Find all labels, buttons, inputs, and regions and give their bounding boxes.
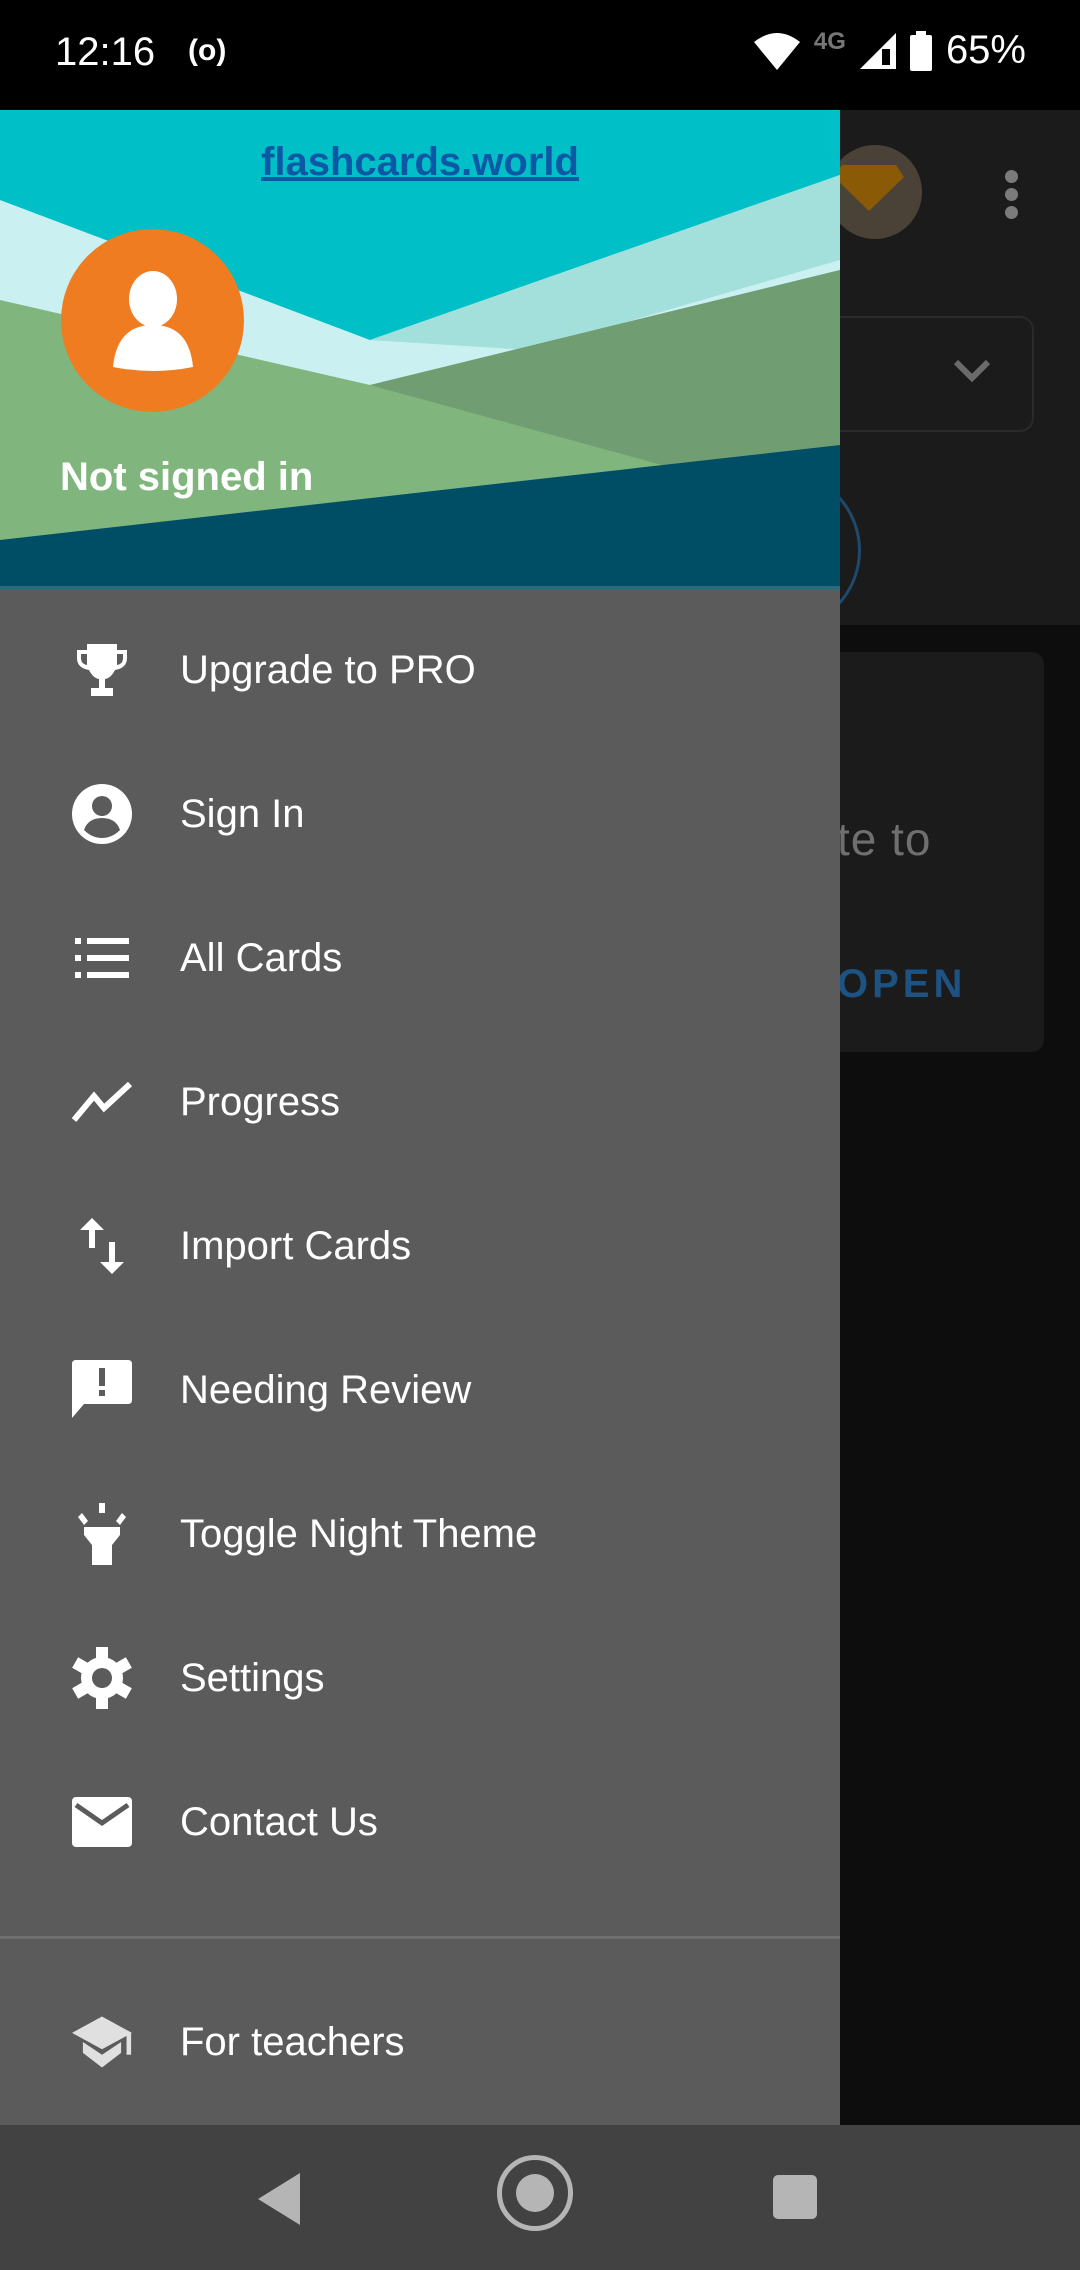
trending-up-icon (72, 1072, 132, 1132)
menu-item-progress[interactable]: Progress (0, 1030, 840, 1174)
drawer-header: flashcards.world Not signed in (0, 110, 840, 590)
back-icon[interactable] (258, 2173, 302, 2225)
site-link[interactable]: flashcards.world (0, 140, 840, 185)
gear-icon (72, 1647, 132, 1709)
card-open-button: OPEN (837, 962, 967, 1006)
person-icon (113, 271, 193, 371)
menu-label: Sign In (180, 791, 305, 836)
menu-label: Import Cards (180, 1223, 412, 1268)
menu-label: Toggle Night Theme (180, 1511, 538, 1556)
menu-label: Settings (180, 1655, 325, 1700)
gem-button (828, 145, 922, 239)
hotspot-icon: (o) (188, 34, 227, 67)
clock: 12:16 (55, 30, 156, 74)
menu-item-import[interactable]: Import Cards (0, 1174, 840, 1318)
menu-label: Upgrade to PRO (180, 647, 476, 692)
menu-label: All Cards (180, 935, 343, 980)
menu-label: Progress (180, 1079, 341, 1124)
list-icon (72, 928, 132, 988)
gem-icon (834, 165, 904, 211)
menu-label: Needing Review (180, 1367, 472, 1412)
menu-item-night-theme[interactable]: Toggle Night Theme (0, 1462, 840, 1606)
menu-item-all-cards[interactable]: All Cards (0, 886, 840, 1030)
battery-percent: 65% (945, 28, 1026, 72)
avatar[interactable] (61, 229, 244, 412)
battery-icon (909, 30, 932, 71)
school-icon (72, 2012, 132, 2072)
feedback-icon (72, 1360, 132, 1420)
system-nav-bar (0, 2125, 1080, 2270)
mail-icon (72, 1792, 132, 1852)
menu-item-settings[interactable]: Settings (0, 1606, 840, 1750)
home-icon[interactable] (497, 2155, 573, 2231)
navigation-drawer: flashcards.world Not signed in Upgrade t… (0, 110, 840, 2125)
menu-item-contact[interactable]: Contact Us (0, 1750, 840, 1894)
recents-icon[interactable] (773, 2175, 817, 2219)
menu-item-sign-in[interactable]: Sign In (0, 742, 840, 886)
menu-item-needing-review[interactable]: Needing Review (0, 1318, 840, 1462)
flashlight-icon (72, 1503, 132, 1565)
card-text: te to (837, 813, 932, 865)
menu-item-upgrade[interactable]: Upgrade to PRO (0, 598, 840, 742)
menu-label: For teachers (180, 2019, 405, 2064)
status-icons: 4G 65% (753, 27, 1026, 73)
user-status: Not signed in (60, 455, 314, 499)
more-vert-icon (1005, 170, 1019, 224)
signal-icon (859, 32, 896, 69)
import-export-icon (72, 1216, 132, 1276)
chevron-down-icon (953, 359, 991, 383)
menu-label: Contact Us (180, 1799, 378, 1844)
account-circle-icon (72, 784, 132, 844)
trophy-icon (72, 640, 132, 700)
wifi-icon (753, 32, 800, 70)
network-type: 4G (813, 27, 846, 55)
status-bar: 12:16 (o) 4G 65% (0, 0, 1080, 110)
drawer-divider (0, 1936, 840, 1939)
menu-item-for-teachers[interactable]: For teachers (0, 1970, 840, 2114)
